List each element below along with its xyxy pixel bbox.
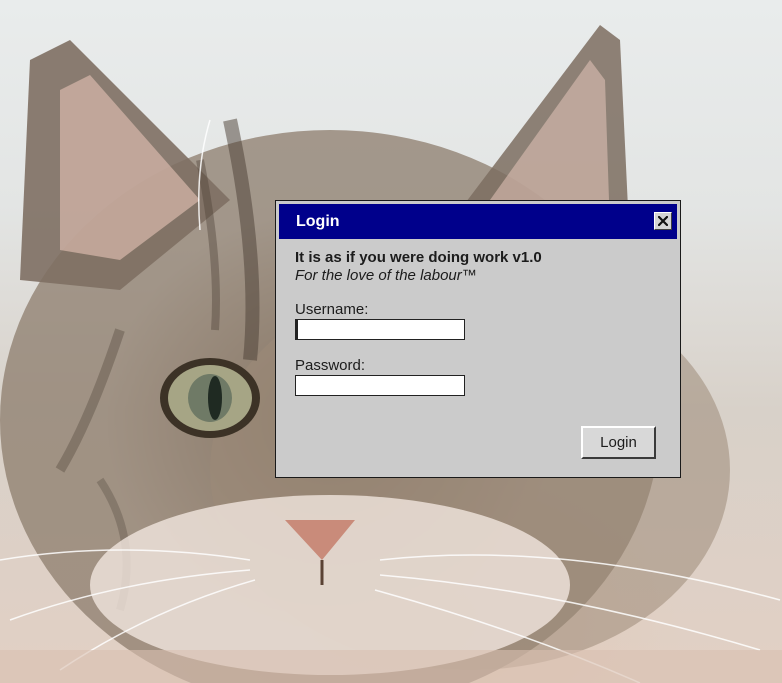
login-button[interactable]: Login — [581, 426, 656, 459]
desktop-background: Login It is as if you were doing work v1… — [0, 0, 782, 683]
login-dialog: Login It is as if you were doing work v1… — [275, 200, 681, 478]
username-input[interactable] — [295, 319, 465, 340]
username-label: Username: — [295, 301, 369, 318]
close-button[interactable] — [654, 212, 672, 230]
close-icon — [658, 216, 668, 226]
password-input[interactable] — [295, 375, 465, 396]
app-name: It is as if you were doing work v1.0 — [295, 249, 542, 266]
password-label: Password: — [295, 357, 366, 374]
titlebar[interactable]: Login — [279, 204, 677, 239]
app-tagline: For the love of the labour™ — [295, 267, 477, 284]
window-title: Login — [296, 213, 340, 230]
